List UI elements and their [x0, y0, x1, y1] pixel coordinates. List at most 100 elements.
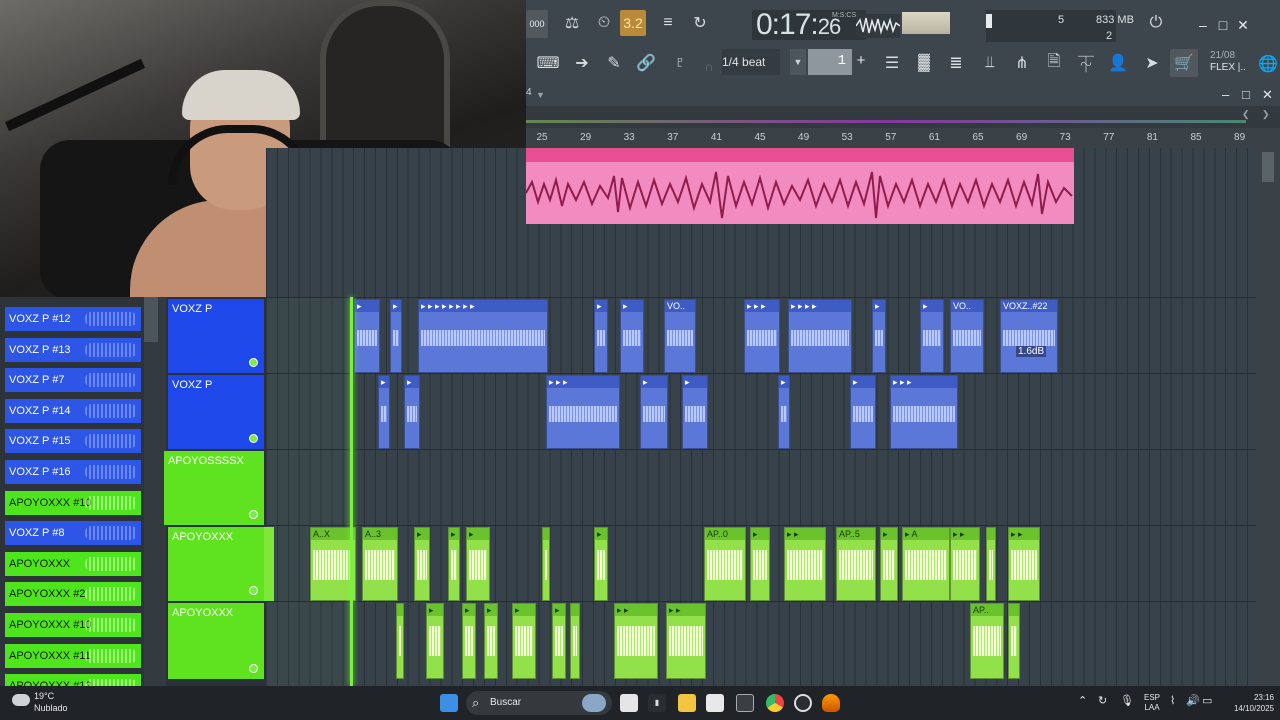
pattern-clip[interactable]: ▸ — [682, 375, 708, 449]
pattern-clip[interactable]: ▸ — [594, 527, 608, 601]
step-input[interactable]: 1 — [808, 49, 852, 75]
pattern-clip[interactable]: ▸ — [872, 299, 886, 373]
pattern-clip[interactable]: ▸ ▸ ▸ — [546, 375, 620, 449]
track-mute-toggle[interactable] — [249, 358, 258, 367]
link-icon[interactable]: 🔗 — [632, 49, 660, 77]
person-icon[interactable]: 👤 — [1104, 49, 1132, 77]
volume-icon[interactable]: 🔊 — [1186, 696, 1200, 707]
pattern-clip[interactable]: ▸ — [880, 527, 898, 601]
arrangement-marker[interactable]: 4 — [526, 87, 532, 98]
pattern-clip[interactable]: ▸ ▸ ▸ — [890, 375, 958, 449]
pattern-clip[interactable]: ▸ — [640, 375, 668, 449]
wifi-icon[interactable]: ⌇ — [1170, 696, 1175, 707]
brush-icon[interactable]: ✎ — [600, 49, 628, 77]
pattern-clip[interactable]: ▸ ▸ — [614, 603, 658, 679]
channel-item[interactable]: APOYOXXX #2 — [5, 582, 141, 607]
pattern-clip[interactable]: ▸ — [378, 375, 390, 449]
app-icon[interactable]: ▮ — [648, 694, 666, 712]
track-header-3[interactable]: APOYOSSSSX — [164, 451, 264, 525]
pattern-clip[interactable] — [542, 527, 550, 601]
pattern-clip[interactable]: AP.. — [970, 603, 1004, 679]
master-volume-slider[interactable] — [902, 12, 950, 34]
sync-icon[interactable]: ↻ — [1098, 696, 1107, 707]
channel-item[interactable]: APOYOXXX #11 — [5, 643, 141, 668]
playhead[interactable] — [350, 297, 353, 686]
plug-icon[interactable]: ⏇ — [1072, 49, 1100, 77]
playlist-maximize-icon[interactable]: □ — [1242, 87, 1250, 102]
track-header-5[interactable]: APOYOXXX — [168, 603, 264, 679]
track-mute-toggle[interactable] — [249, 510, 258, 519]
cart-icon[interactable]: 🛒 — [1170, 49, 1198, 77]
pattern-clip[interactable]: ▸ — [920, 299, 944, 373]
send-icon[interactable]: ➤ — [1138, 49, 1166, 77]
channel-item[interactable]: VOXZ P #14 — [5, 398, 141, 423]
tempo-display[interactable]: 3.2 — [620, 10, 646, 36]
maximize-icon[interactable]: □ — [1214, 16, 1232, 34]
pattern-clip[interactable]: ▸ — [850, 375, 876, 449]
track-header-2[interactable]: VOXZ P — [168, 375, 264, 449]
mixer-icon[interactable]: ≣ — [942, 49, 970, 77]
channel-item[interactable]: VOXZ P #12 — [5, 307, 141, 331]
language-indicator[interactable]: ESP LAA — [1144, 693, 1160, 713]
steam-icon[interactable] — [794, 694, 812, 712]
snipping-icon[interactable] — [736, 694, 754, 712]
minimize-icon[interactable]: – — [1194, 16, 1212, 34]
windows-start-icon[interactable] — [440, 694, 458, 712]
pattern-clip[interactable]: VO.. — [950, 299, 984, 373]
pattern-clip[interactable]: VOXZ..#22 — [1000, 299, 1058, 373]
pattern-clip[interactable]: ▸ — [390, 299, 402, 373]
pattern-clip[interactable]: VO.. — [664, 299, 696, 373]
pattern-clip[interactable] — [396, 603, 404, 679]
timeline-ruler[interactable]: 25 29 33 37 41 45 49 53 57 61 65 69 73 77 81 85 89 — [526, 128, 1280, 148]
pattern-clip[interactable]: ▸ — [778, 375, 790, 449]
fl-studio-icon[interactable] — [822, 694, 840, 712]
pattern-clip[interactable]: ▸ — [448, 527, 460, 601]
pattern-clip[interactable]: ▸ — [414, 527, 430, 601]
metronome-icon[interactable]: ⚖ — [558, 9, 586, 37]
snap-dropdown-arrow[interactable]: ▼ — [790, 49, 806, 75]
pattern-clip[interactable]: ▸ ▸ — [1008, 527, 1040, 601]
step-plus-button[interactable]: + — [854, 49, 868, 75]
pattern-clip[interactable]: ▸ — [462, 603, 476, 679]
arrow-right-icon[interactable]: ➔ — [568, 49, 596, 77]
close-icon[interactable]: ✕ — [1234, 16, 1252, 34]
sliders-icon[interactable]: ⫫ — [976, 49, 1004, 77]
pattern-clip[interactable]: ▸ — [484, 603, 498, 679]
track-mute-toggle[interactable] — [249, 664, 258, 673]
snap-selector[interactable]: 1/4 beat — [722, 49, 780, 75]
pattern-selector[interactable]: 000 — [526, 10, 548, 38]
pattern-clip[interactable]: ▸ — [750, 527, 770, 601]
store-icon[interactable] — [706, 694, 724, 712]
scroll-thumb[interactable] — [1262, 152, 1274, 182]
track-mute-toggle[interactable] — [249, 586, 258, 595]
taskbar-widget-icon[interactable] — [582, 694, 606, 712]
audio-clip-beat[interactable] — [526, 148, 1074, 224]
file-icon[interactable]: 🗎 — [1040, 49, 1068, 77]
pattern-clip[interactable] — [986, 527, 996, 601]
channel-item[interactable]: VOXZ P #15 — [5, 429, 141, 454]
scroll-left-icon[interactable]: ❮ — [1242, 109, 1250, 120]
track-header-4[interactable]: APOYOXXX — [168, 527, 264, 601]
pattern-clip[interactable]: ▸ — [404, 375, 420, 449]
pattern-clip[interactable]: ▸ ▸ — [666, 603, 706, 679]
stamp-icon[interactable]: ♇ — [666, 49, 694, 77]
playlist-close-icon[interactable]: ✕ — [1262, 87, 1273, 103]
power-icon[interactable]: ⏻ — [1142, 9, 1170, 37]
pattern-clip[interactable] — [1008, 603, 1020, 679]
pattern-clip[interactable]: AP..0 — [704, 527, 746, 601]
globe-icon[interactable]: 🌐 — [1254, 50, 1280, 78]
tray-chevron-icon[interactable]: ⌃ — [1078, 696, 1087, 707]
playlist-minimize-icon[interactable]: – — [1222, 87, 1229, 102]
magnet-icon[interactable]: ∩ — [698, 52, 720, 80]
piano-roll-icon[interactable]: ⌨ — [534, 49, 562, 77]
scroll-right-icon[interactable]: ❯ — [1262, 109, 1270, 120]
pattern-clip[interactable]: AP..5 — [836, 527, 876, 601]
pattern-clip[interactable]: ▸ A — [902, 527, 950, 601]
pattern-clip[interactable]: ▸ — [620, 299, 644, 373]
pattern-clip[interactable]: ▸ ▸ ▸ ▸ ▸ ▸ ▸ ▸ — [418, 299, 548, 373]
file-explorer-icon[interactable] — [678, 694, 696, 712]
mic-icon[interactable]: 🎙 — [1120, 696, 1134, 707]
taskbar-clock[interactable]: 23:16 14/10/2025 — [1222, 692, 1274, 714]
news-panel[interactable]: 21/08 FLEX |.. — [1210, 50, 1246, 74]
channel-item[interactable]: APOYOXXX #10 — [5, 613, 141, 637]
